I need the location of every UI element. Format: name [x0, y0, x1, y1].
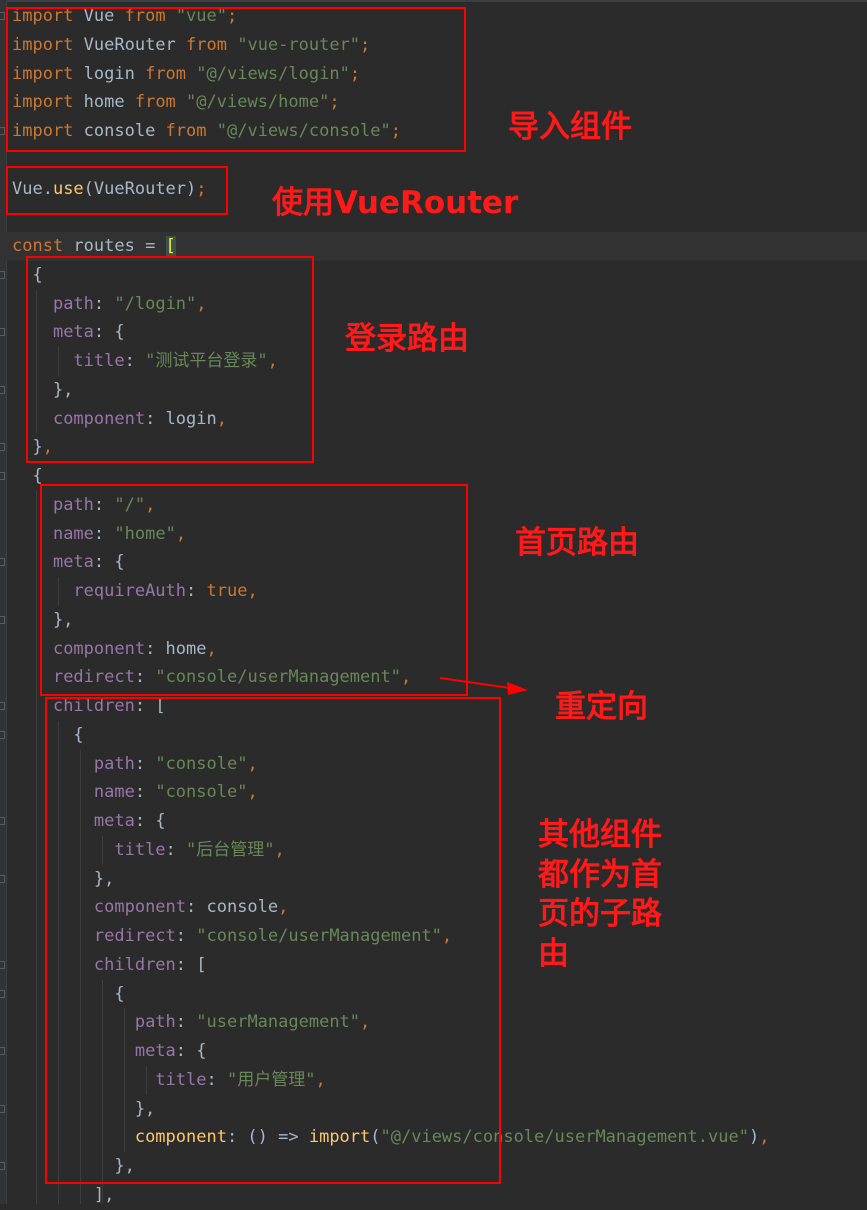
redirect-arrow	[439, 677, 528, 695]
code-editor[interactable]: import Vue from "vue"; import VueRouter f…	[0, 0, 867, 1205]
